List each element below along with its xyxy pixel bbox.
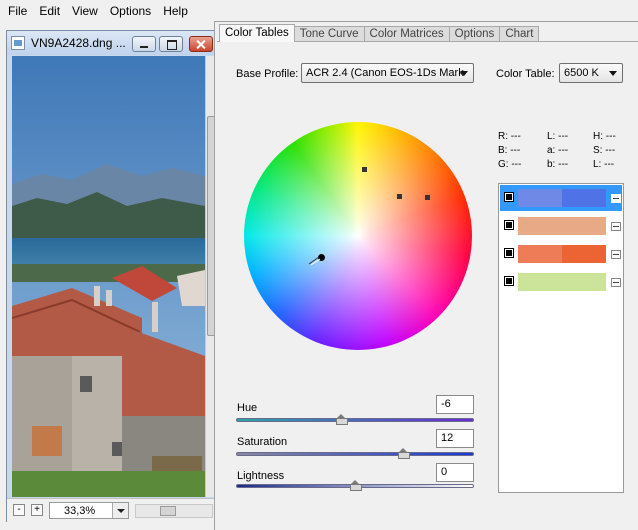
tab-tone-curve[interactable]: Tone Curve [293,26,365,42]
color-swatch [518,217,606,235]
swatch-original [518,273,562,291]
color-point-marker[interactable] [425,195,430,200]
menu-help[interactable]: Help [157,2,194,20]
color-list[interactable] [498,183,624,493]
image-window: VN9A2428.dng ... - + 33,3% [6,30,218,522]
color-table-value: 6500 K [564,67,599,79]
swatch-original [518,217,562,235]
remove-color-icon[interactable] [611,194,621,203]
swatch-adjusted [562,273,606,291]
remove-color-icon[interactable] [611,278,621,287]
chevron-down-icon [609,71,617,76]
color-entry[interactable] [500,185,622,211]
saturation-input[interactable]: 12 [436,429,474,448]
swatch-adjusted [562,217,606,235]
color-entry[interactable] [500,213,622,239]
menu-options[interactable]: Options [104,2,157,20]
readout-h: H: --- [593,131,616,142]
color-tables-page: Base Profile: ACR 2.4 (Canon EOS-1Ds Mar… [217,41,638,530]
color-point-marker[interactable] [397,194,402,199]
menu-view[interactable]: View [66,2,104,20]
color-entry-checkbox[interactable] [504,192,514,202]
hue-slider-thumb[interactable] [335,414,348,425]
color-entry-checkbox[interactable] [504,248,514,258]
hue-label: Hue [237,402,258,414]
photo-preview[interactable] [12,56,205,497]
document-icon [11,36,25,50]
base-profile-select[interactable]: ACR 2.4 (Canon EOS-1Ds Mark [301,63,474,83]
lab-readout: L: --- a: --- b: --- [547,130,568,172]
readout-l-hsl: L: --- [593,159,615,170]
readout-l: L: --- [547,131,569,142]
remove-color-icon[interactable] [611,222,621,231]
horizontal-scroll-thumb[interactable] [160,506,176,516]
image-status-bar: - + 33,3% [7,498,217,522]
saturation-slider-track[interactable] [236,452,474,456]
lightness-label: Lightness [237,470,285,482]
base-profile-label: Base Profile: [236,68,299,80]
readout-b-lab: b: --- [547,159,569,170]
color-wheel[interactable] [244,122,472,350]
color-panel: Color Tables Tone Curve Color Matrices O… [214,21,638,530]
zoom-out-button[interactable]: - [13,504,25,516]
hue-input[interactable]: -6 [436,395,474,414]
tab-color-tables[interactable]: Color Tables [219,24,295,42]
chevron-down-icon [460,71,468,76]
color-swatch [518,273,606,291]
tab-chart[interactable]: Chart [499,26,540,42]
lightness-input[interactable]: 0 [436,463,474,482]
readout-r: R: --- [498,131,521,142]
color-point-marker[interactable] [362,167,367,172]
chevron-down-icon[interactable] [112,503,128,518]
hue-slider-track[interactable] [236,418,474,422]
landscape-photo [12,56,205,497]
hsl-readout: H: --- S: --- L: --- [593,130,616,172]
swatch-adjusted [562,245,606,263]
readout-b: B: --- [498,145,521,156]
image-window-title: VN9A2428.dng ... [31,36,126,50]
color-swatch [518,189,606,207]
swatch-adjusted [562,189,606,207]
saturation-label: Saturation [237,436,288,448]
readout-s: S: --- [593,145,616,156]
color-entry-checkbox[interactable] [504,220,514,230]
zoom-in-button[interactable]: + [31,504,43,516]
color-entry[interactable] [500,241,622,267]
base-profile-value: ACR 2.4 (Canon EOS-1Ds Mark [306,67,464,79]
swatch-original [518,189,562,207]
zoom-select[interactable]: 33,3% [49,502,129,519]
tab-bar: Color Tables Tone Curve Color Matrices O… [219,24,540,42]
saturation-slider-thumb[interactable] [397,448,410,459]
close-button[interactable] [189,36,213,52]
drag-handle-icon [308,256,321,266]
readout-a: a: --- [547,145,569,156]
horizontal-scrollbar[interactable] [135,504,213,518]
tab-options[interactable]: Options [448,26,501,42]
color-table-label: Color Table: [496,68,555,80]
remove-color-icon[interactable] [611,250,621,259]
menu-file[interactable]: File [2,2,33,20]
image-window-titlebar[interactable]: VN9A2428.dng ... [7,31,217,55]
zoom-value: 33,3% [64,505,96,517]
swatch-original [518,245,562,263]
color-entry-checkbox[interactable] [504,276,514,286]
color-entry[interactable] [500,269,622,295]
menu-edit[interactable]: Edit [33,2,66,20]
tab-color-matrices[interactable]: Color Matrices [363,26,450,42]
color-swatch [518,245,606,263]
menu-bar: File Edit View Options Help [0,0,638,22]
readout-g: G: --- [498,159,522,170]
lightness-slider-thumb[interactable] [350,480,362,491]
color-table-select[interactable]: 6500 K [559,63,623,83]
minimize-button[interactable] [132,36,156,52]
maximize-button[interactable] [159,36,183,52]
rgb-readout: R: --- B: --- G: --- [498,130,521,172]
